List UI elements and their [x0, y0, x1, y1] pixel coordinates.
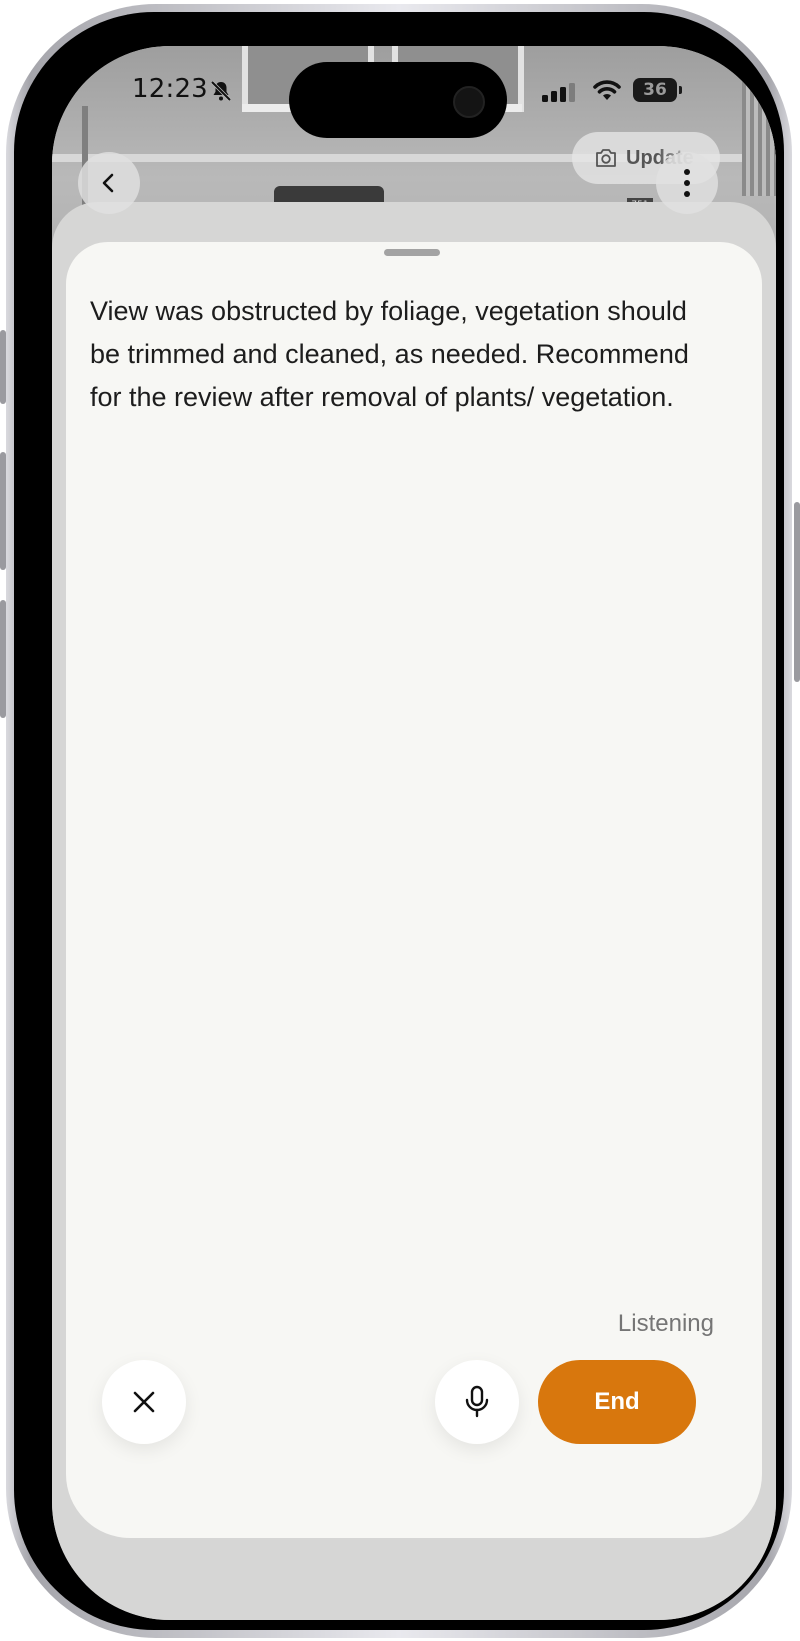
camera-icon — [596, 149, 616, 167]
dynamic-island — [289, 62, 507, 138]
listening-status: Listening — [617, 1310, 714, 1337]
cancel-button[interactable] — [102, 1360, 186, 1444]
chevron-left-icon — [102, 173, 114, 193]
front-camera — [453, 86, 485, 118]
home-indicator-area — [52, 1594, 776, 1620]
bell-slash-icon — [210, 80, 232, 102]
microphone-icon — [465, 1385, 489, 1418]
photo-rail — [742, 46, 776, 196]
sheet-grabber[interactable] — [384, 249, 440, 256]
dictation-transcript[interactable]: View was obstructed by foliage, vegetati… — [90, 290, 702, 419]
status-time: 12:23 — [132, 74, 208, 104]
microphone-button[interactable] — [435, 1360, 519, 1444]
close-icon — [133, 1391, 155, 1413]
phone-bezel: 751 12:23 36 — [14, 12, 784, 1630]
battery-icon: 36 — [633, 78, 677, 102]
end-button[interactable]: End — [538, 1360, 696, 1444]
dictation-sheet: View was obstructed by foliage, vegetati… — [66, 242, 762, 1538]
power-button — [794, 502, 800, 682]
battery-level: 36 — [643, 80, 667, 100]
more-options-button[interactable] — [656, 152, 718, 214]
vertical-ellipsis-icon — [684, 169, 690, 197]
back-button[interactable] — [78, 152, 140, 214]
screen: 751 12:23 36 — [52, 46, 776, 1620]
battery-cap — [679, 86, 682, 94]
wifi-icon — [593, 80, 621, 100]
cellular-signal-icon — [542, 83, 575, 102]
